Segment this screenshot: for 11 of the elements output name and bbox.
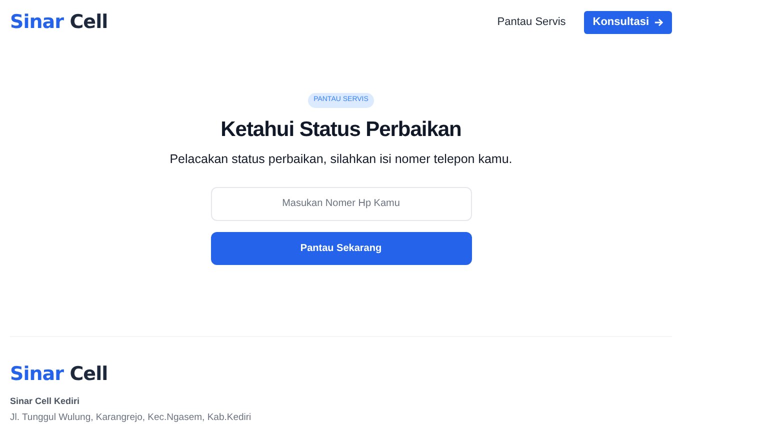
consultation-button[interactable]: Konsultasi: [584, 10, 672, 34]
logo[interactable]: Sinar Cell: [10, 364, 672, 384]
submit-button[interactable]: Pantau Sekarang: [210, 232, 472, 265]
company-name: Sinar Cell Kediri: [10, 394, 81, 408]
phone-input-field[interactable]: Masukan Nomer Hp Kamu: [210, 186, 472, 221]
page-subtitle: Pelacakan status perbaikan, silahkan isi nomer telepon kamu.: [170, 151, 512, 168]
nav-link[interactable]: Pantau Servis: [497, 14, 566, 30]
logo[interactable]: Sinar Cell: [10, 12, 108, 32]
page-title: Ketahui Status Perbaikan: [220, 116, 462, 142]
arrow-right-icon: [654, 18, 663, 26]
company-address: Jl. Tunggul Wulung, Karangrejo, Kec.Ngasem, Kab.Kediri: [10, 411, 252, 426]
